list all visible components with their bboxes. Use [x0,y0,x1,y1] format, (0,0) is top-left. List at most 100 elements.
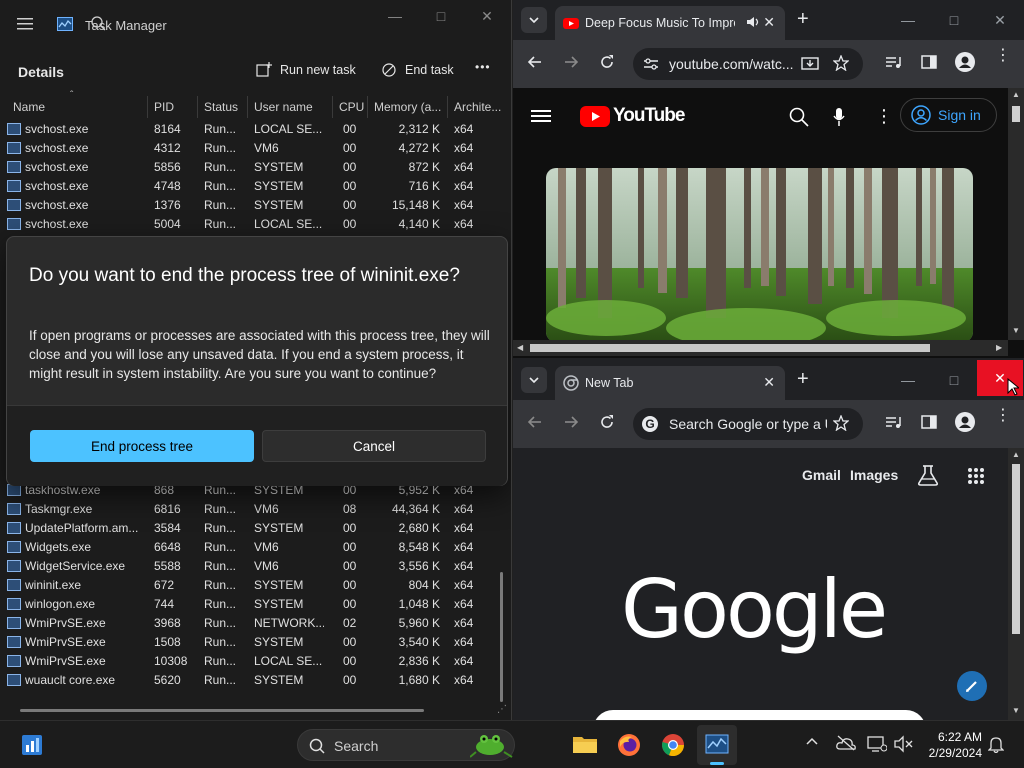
gmail-link[interactable]: Gmail [802,467,841,483]
tab-search-button[interactable] [521,7,547,33]
task-manager-taskbar-button[interactable] [697,725,737,765]
youtube-logo[interactable]: YouTube [580,105,685,127]
table-row[interactable]: svchost.exe 8164 Run... LOCAL SE... 00 2,312 … [0,120,505,139]
close-tab-icon[interactable]: ✕ [763,374,775,391]
search-icon[interactable] [789,107,809,127]
firefox-icon[interactable] [617,733,641,757]
table-row[interactable]: WmiPrvSE.exe 3968 Run... NETWORK... 02 5,960 … [0,614,505,633]
back-icon[interactable] [527,54,543,70]
end-task-button[interactable]: End task [381,62,454,78]
media-control-icon[interactable] [885,414,903,430]
table-row[interactable]: wininit.exe 672 Run... SYSTEM 00 804 K x64 [0,576,505,595]
close-button[interactable]: ✕ [464,0,510,32]
widgets-icon[interactable] [21,733,45,757]
run-new-task-button[interactable]: Run new task [256,62,356,78]
new-tab-button[interactable]: + [797,8,809,31]
apps-grid-icon[interactable] [967,467,985,485]
column-status[interactable]: Status [204,100,238,114]
column-user-name[interactable]: User name [254,100,313,114]
hamburger-icon[interactable] [531,108,551,124]
close-tab-icon[interactable]: ✕ [763,14,775,31]
hamburger-icon[interactable] [17,17,33,31]
new-tab-button[interactable]: + [797,368,809,391]
customize-pencil-icon[interactable] [957,671,987,701]
microphone-icon[interactable] [833,107,845,127]
taskbar-search[interactable]: Search [297,729,515,761]
table-row[interactable]: svchost.exe 4312 Run... VM6 00 4,272 K x64 [0,139,505,158]
column-cpu[interactable]: CPU [339,100,364,114]
chevron-up-icon[interactable] [806,737,830,761]
search-box[interactable] [593,710,926,720]
table-row[interactable]: Taskmgr.exe 6816 Run... VM6 08 44,364 K x64 [0,500,505,519]
vertical-scrollbar[interactable] [500,572,503,702]
column-memory[interactable]: Memory (a... [374,100,441,114]
table-row[interactable]: Widgets.exe 6648 Run... VM6 00 8,548 K x64 [0,538,505,557]
sign-in-button[interactable]: Sign in [900,98,997,132]
chrome-menu-icon[interactable]: ⋮ [995,48,1011,64]
search-icon[interactable] [90,15,106,31]
table-row[interactable]: svchost.exe 4748 Run... SYSTEM 00 716 K x64 [0,177,505,196]
table-row[interactable]: wuauclt core.exe 5620 Run... SYSTEM 00 1,680 … [0,671,505,690]
table-row[interactable]: winlogon.exe 744 Run... SYSTEM 00 1,048 K x64 [0,595,505,614]
minimize-button[interactable]: — [885,4,931,36]
images-link[interactable]: Images [850,467,898,483]
forward-icon[interactable] [563,54,579,70]
maximize-button[interactable]: □ [931,364,977,396]
horizontal-scrollbar[interactable]: ◀ ▶ [513,340,1008,356]
table-row[interactable]: svchost.exe 5856 Run... SYSTEM 00 872 K x64 [0,158,505,177]
volume-muted-icon[interactable] [893,735,917,759]
forward-icon[interactable] [563,414,579,430]
tab-new-tab[interactable]: New Tab ✕ [555,366,785,400]
more-options-icon[interactable]: ••• [475,60,491,74]
profile-avatar[interactable] [955,52,975,72]
bookmark-star-icon[interactable] [833,55,849,71]
horizontal-scrollbar[interactable] [20,709,424,712]
process-pid: 1376 [154,198,181,212]
video-thumbnail[interactable] [546,168,973,342]
settings-more-icon[interactable]: ⋮ [875,106,893,127]
side-panel-icon[interactable] [921,54,937,70]
vertical-scrollbar[interactable]: ▲ ▼ [1008,448,1024,720]
maximize-button[interactable]: □ [418,0,464,32]
onedrive-offline-icon[interactable] [836,735,860,759]
file-explorer-icon[interactable] [572,733,597,757]
back-icon[interactable] [527,414,543,430]
tab-search-button[interactable] [521,367,547,393]
side-panel-icon[interactable] [921,414,937,430]
table-row[interactable]: WmiPrvSE.exe 10308 Run... LOCAL SE... 00 2,83… [0,652,505,671]
site-info-icon[interactable] [643,57,659,71]
close-button[interactable]: ✕ [977,4,1023,36]
minimize-button[interactable]: — [372,0,418,32]
process-user: SYSTEM [254,179,304,193]
address-bar[interactable]: youtube.com/watc... [633,48,863,80]
table-row[interactable]: svchost.exe 1376 Run... SYSTEM 00 15,148 K x64 [0,196,505,215]
labs-flask-icon[interactable] [917,464,939,486]
address-bar[interactable]: G Search Google or type a URL [633,408,863,440]
media-control-icon[interactable] [885,54,903,70]
speaker-icon[interactable] [745,14,761,30]
chrome-menu-icon[interactable]: ⋮ [995,408,1011,424]
notification-bell-icon[interactable] [988,735,1012,759]
column-name[interactable]: Name [13,100,45,114]
table-row[interactable]: svchost.exe 5004 Run... LOCAL SE... 00 4,140 … [0,215,505,234]
minimize-button[interactable]: — [885,364,931,396]
tab-youtube[interactable]: Deep Focus Music To Improve Concentratio… [555,6,785,40]
reload-icon[interactable] [599,54,615,70]
column-pid[interactable]: PID [154,100,174,114]
end-process-tree-button[interactable]: End process tree [30,430,254,462]
reload-icon[interactable] [599,414,615,430]
install-app-icon[interactable] [801,56,819,72]
bookmark-star-icon[interactable] [833,415,849,431]
network-icon[interactable] [867,735,891,759]
table-row[interactable]: UpdatePlatform.am... 3584 Run... SYSTEM 00 2,… [0,519,505,538]
clock[interactable]: 6:22 AM 2/29/2024 [920,729,982,761]
table-row[interactable]: WidgetService.exe 5588 Run... VM6 00 3,556 K x… [0,557,505,576]
chrome-icon[interactable] [661,733,685,757]
profile-avatar[interactable] [955,412,975,432]
maximize-button[interactable]: □ [931,4,977,36]
vertical-scrollbar[interactable]: ▲ ▼ [1008,88,1024,340]
column-architecture[interactable]: Archite... [454,100,501,114]
cancel-button[interactable]: Cancel [262,430,486,462]
table-row[interactable]: WmiPrvSE.exe 1508 Run... SYSTEM 00 3,540 K x64 [0,633,505,652]
resize-grip-icon[interactable]: ⋰ [497,704,507,715]
